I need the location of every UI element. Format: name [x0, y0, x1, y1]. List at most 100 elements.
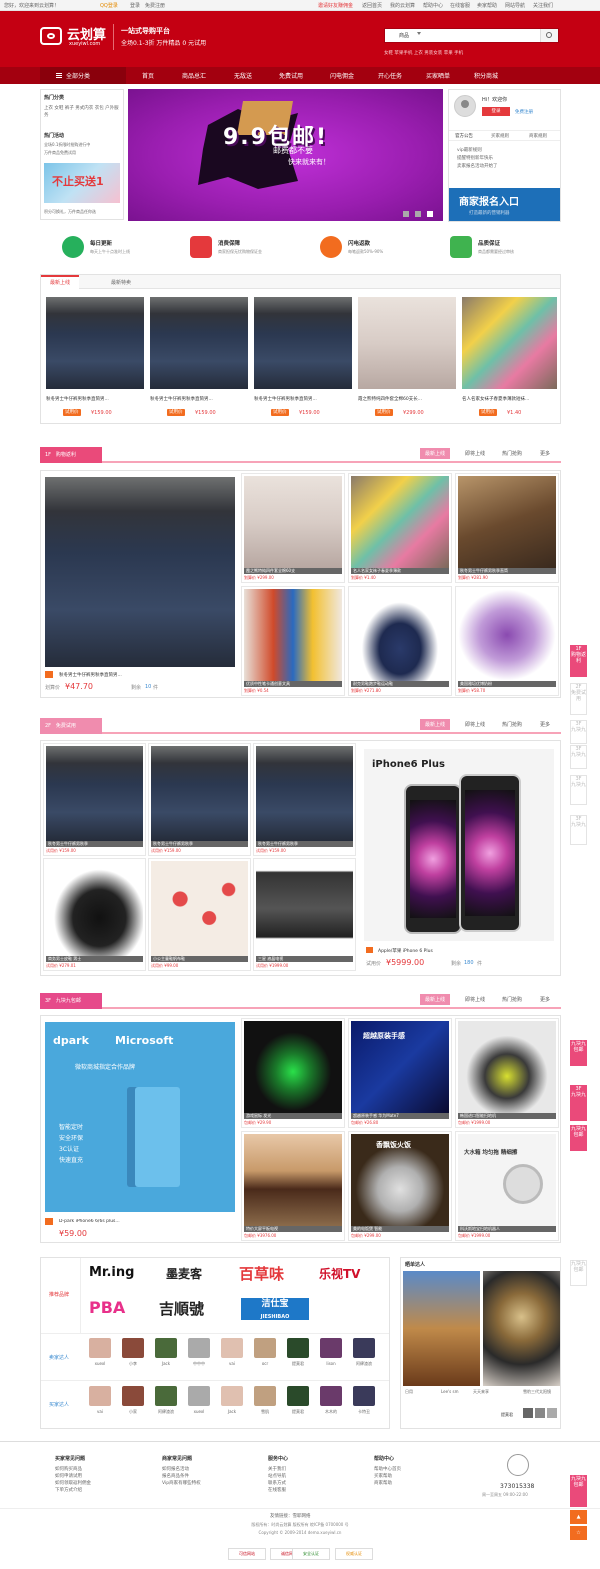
banner-dot-3[interactable]	[427, 211, 433, 217]
floor2-tab-new[interactable]: 最新上线	[420, 719, 451, 730]
footer-link[interactable]: 商家帮助	[374, 1480, 401, 1487]
footer-link[interactable]: 如何报名活动	[162, 1466, 201, 1473]
elevator-jiukuaijiu[interactable]: 九块九包邮	[570, 1125, 587, 1151]
seller-entrance-banner[interactable]: 商家报名入口 打造最新的营销利器	[449, 188, 560, 221]
floor1-cell[interactable]: 霞之熊特纯四件套全棉60支 划算价 ¥299.00	[241, 473, 345, 583]
expert-name[interactable]: 木木的	[320, 1409, 342, 1415]
top-link-home[interactable]: 返回首页	[362, 2, 382, 9]
floor3-cell[interactable]: 大水箱 均匀拖 精细擦 科沃斯地宝扫地机器人 包邮价 ¥1999.00	[455, 1131, 559, 1241]
brand-letv[interactable]: 乐视TV	[319, 1265, 360, 1282]
product-image[interactable]	[358, 297, 456, 389]
hot-keywords[interactable]: 女鞋 苹果手机 上衣 男装女装 苹果 手机	[384, 50, 463, 56]
floor1-cell[interactable]: 美国雅培优博奶粉 划算价 ¥58.70	[455, 586, 559, 696]
elevator-jiukuaijiu[interactable]: 九块九包邮	[570, 1260, 587, 1286]
elevator-3f[interactable]: 3F 九块九	[570, 745, 587, 769]
floor1-cell[interactable]: 名人名家女袜子春夏季薄款 划算价 ¥1.40	[348, 473, 452, 583]
footer-link[interactable]: 买家帮助	[374, 1473, 401, 1480]
floor2-cell[interactable]: 秋冬男士牛仔裤男秋季 试用价 ¥159.00	[148, 743, 251, 856]
footer-link[interactable]: 如何购买商品	[55, 1466, 91, 1473]
expert-name[interactable]: vai	[89, 1409, 111, 1414]
expert-avatar[interactable]	[221, 1338, 243, 1358]
elevator-3f-active[interactable]: 3F 九块九	[570, 1085, 587, 1121]
elevator-jiukuaijiu[interactable]: 九块九包邮	[570, 1040, 587, 1066]
expert-avatar[interactable]	[122, 1386, 144, 1406]
notice-2[interactable]: 提醒特别新年快乐	[457, 155, 498, 163]
floor2-tab-more[interactable]: 更多	[540, 721, 550, 728]
banner-dot-1[interactable]	[403, 211, 409, 217]
expert-avatar[interactable]	[320, 1338, 342, 1358]
floor2-cell[interactable]: 三星 液晶电视 试用价 ¥1999.00	[253, 858, 356, 971]
elevator-3f[interactable]: 3F 九块九	[570, 815, 587, 845]
phone-title[interactable]: Apple/苹果 iPhone 6 Plus	[378, 948, 548, 954]
elevator-2f[interactable]: 2F 免费试用	[570, 683, 587, 715]
footer-link[interactable]: 如何申请试用	[55, 1473, 91, 1480]
floor3-tab-soon[interactable]: 即将上线	[465, 996, 485, 1003]
brand-pba[interactable]: PBA	[89, 1298, 125, 1317]
expert-name[interactable]: 提莫君	[287, 1361, 309, 1367]
product-image[interactable]	[462, 297, 557, 389]
expert-avatar[interactable]	[254, 1338, 276, 1358]
show-user[interactable]: 提莫君	[501, 1412, 513, 1418]
notice-3[interactable]: 卖家报名活动开始了	[457, 163, 498, 171]
nav-points[interactable]: 积分商城	[474, 71, 498, 80]
top-link-service[interactable]: 在线客服	[450, 2, 470, 9]
product-title[interactable]: 霞之熊特纯四件套全棉60支长...	[358, 396, 456, 402]
search-button[interactable]	[540, 29, 558, 42]
elevator-1f[interactable]: 1F 购物返利	[570, 645, 587, 677]
footer-link[interactable]: Vip商家有哪些特权	[162, 1480, 201, 1487]
show-order-image-1[interactable]	[403, 1271, 480, 1386]
product-title[interactable]: 秋冬男士牛仔裤男秋季直筒男...	[254, 396, 352, 402]
tab-announce[interactable]: 官方公告	[455, 133, 473, 139]
show-avatar[interactable]	[535, 1408, 545, 1418]
floor2-tab-soon[interactable]: 即将上线	[465, 721, 485, 728]
footer-link[interactable]: 报名商品条件	[162, 1473, 201, 1480]
floor1-tab-soon[interactable]: 即将上线	[465, 450, 485, 457]
floor2-cell[interactable]: 秋冬男士牛仔裤男秋季 试用价 ¥159.00	[253, 743, 356, 856]
elevator-3f[interactable]: 3F 九块九	[570, 720, 587, 744]
nav-tasks[interactable]: 开心任务	[378, 71, 402, 80]
floor1-cell[interactable]: 秋冬男士牛仔裤男秋季直筒 划算价 ¥281.90	[455, 473, 559, 583]
footer-link[interactable]: 帮助中心首页	[374, 1466, 401, 1473]
floor1-tab-more[interactable]: 更多	[540, 450, 550, 457]
top-link-my[interactable]: 我的云划算	[390, 2, 415, 9]
floor2-cell[interactable]: 商务男士皮鞋 男士 试用价 ¥279.01	[43, 858, 146, 971]
expert-name[interactable]: lison	[320, 1361, 342, 1366]
qq-login-link[interactable]: QQ登录	[100, 2, 118, 9]
product-title[interactable]: 名人名家女袜子春夏季薄款短袜...	[462, 396, 557, 402]
brand-momaike[interactable]: 墨麦客	[166, 1265, 202, 1282]
footer-link[interactable]: 下单方式介绍	[55, 1487, 91, 1494]
product-title[interactable]: 秋冬男士牛仔裤男秋季直筒男...	[150, 396, 248, 402]
show-item-1[interactable]: 日用	[405, 1389, 413, 1395]
show-item-5[interactable]: 雪豹三代太阳镜	[523, 1389, 551, 1395]
expert-avatar[interactable]	[287, 1338, 309, 1358]
expert-avatar[interactable]	[155, 1386, 177, 1406]
elevator-3f-bottom[interactable]: 九块九包邮	[570, 1475, 587, 1507]
nav-commission[interactable]: 闪电佣金	[330, 71, 354, 80]
floor3-tab-new[interactable]: 最新上线	[420, 994, 451, 1005]
footer-link[interactable]: 在线客服	[268, 1487, 288, 1494]
main-banner[interactable]: 9.9包邮! 邮费都不要 快来就来有！	[128, 89, 443, 221]
floor1-big-image[interactable]	[45, 477, 235, 667]
trust-badge-3[interactable]: 安全认证	[292, 1548, 330, 1560]
expert-name[interactable]: 雪肌	[254, 1409, 276, 1415]
top-link-help[interactable]: 帮助中心	[423, 2, 443, 9]
nav-free-gift[interactable]: 无敌送	[234, 71, 252, 80]
brand-jishunhao[interactable]: 吉順號	[159, 1298, 204, 1319]
floor3-big-image[interactable]: dpark Microsoft 微软商城指定合作品牌 智能定时 安全环保 3C认…	[45, 1022, 235, 1212]
search-input[interactable]	[425, 31, 525, 40]
show-item-2[interactable]: Lee's sm	[441, 1389, 459, 1394]
login-link[interactable]: 登录	[130, 2, 140, 9]
expert-avatar[interactable]	[353, 1386, 375, 1406]
footer-link[interactable]: 如何领取返利佣金	[55, 1480, 91, 1487]
elevator-3f[interactable]: 3F 九块九	[570, 775, 587, 805]
trust-badge-4[interactable]: 权威认证	[335, 1548, 373, 1560]
expert-avatar[interactable]	[89, 1386, 111, 1406]
expert-name[interactable]: ocr	[254, 1361, 276, 1366]
top-link-seller[interactable]: 卖家帮助	[477, 2, 497, 9]
expert-avatar[interactable]	[254, 1386, 276, 1406]
footer-link[interactable]: 站点导航	[268, 1473, 288, 1480]
expert-name[interactable]: xuexl	[89, 1361, 111, 1366]
expert-avatar[interactable]	[188, 1338, 210, 1358]
phone-image[interactable]: iPhone6 Plus	[364, 749, 554, 941]
points-text[interactable]: 积分可换礼，万件商品任你选	[44, 209, 96, 215]
